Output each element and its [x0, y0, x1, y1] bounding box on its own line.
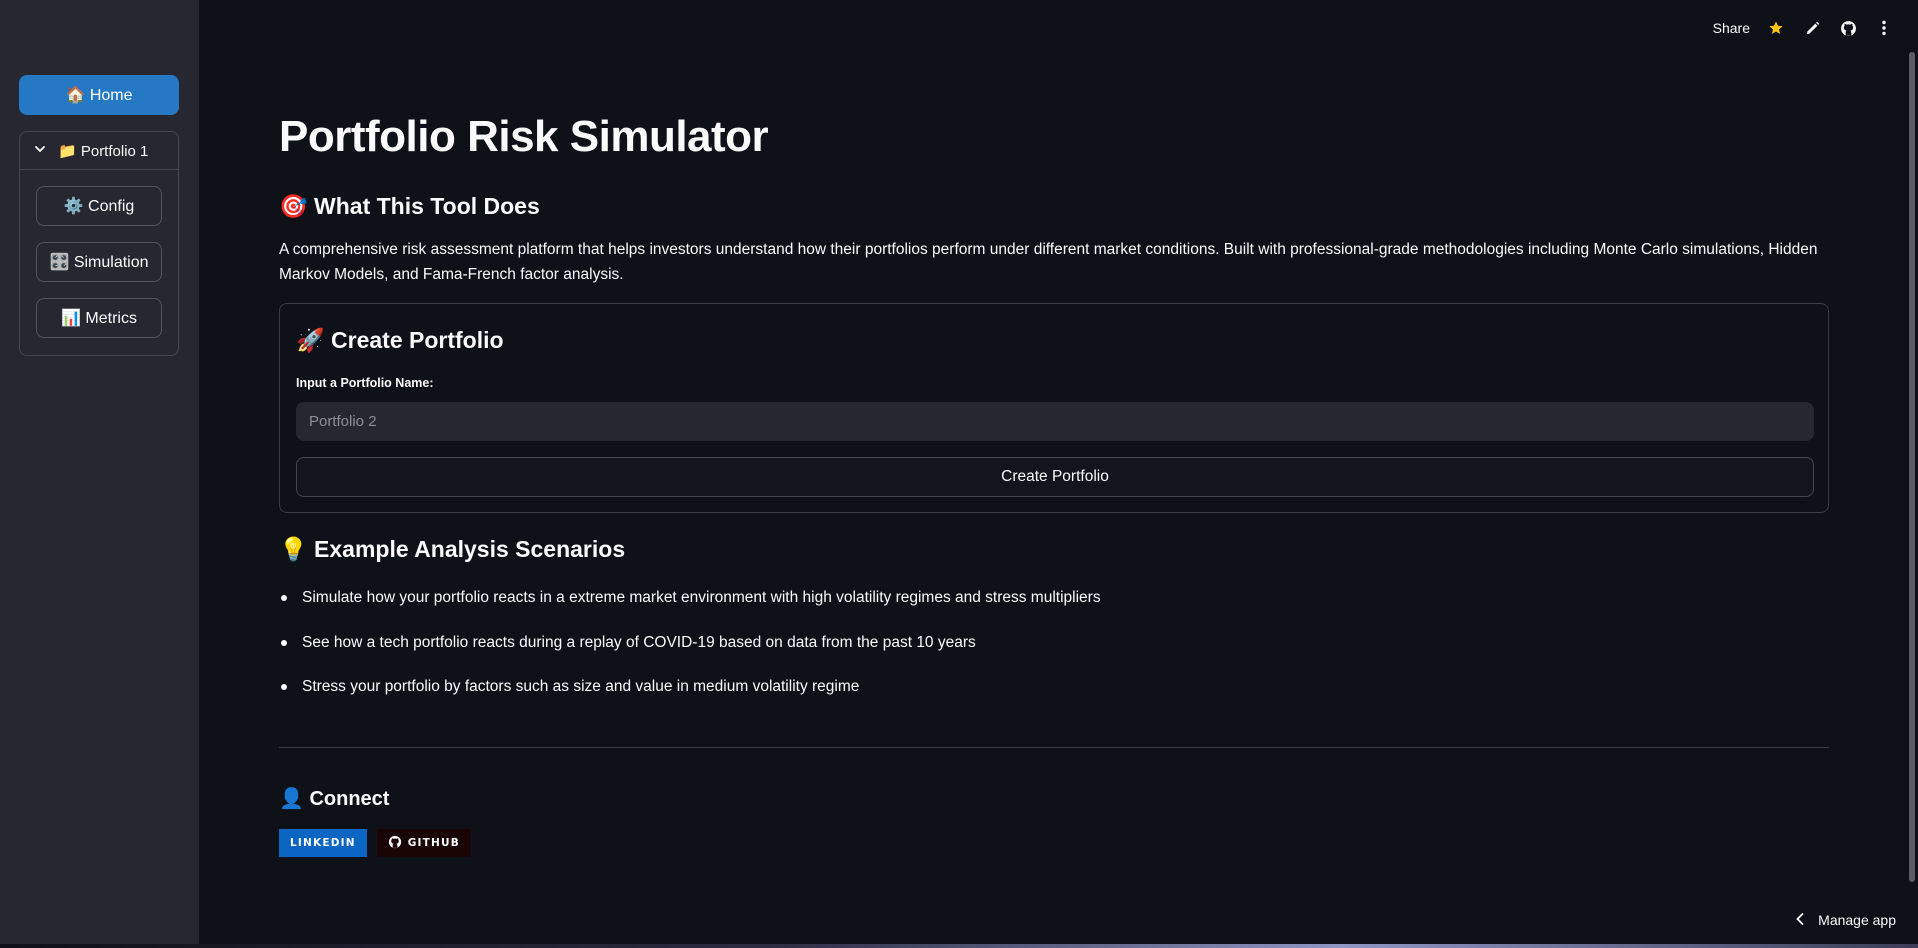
- github-badge[interactable]: GITHUB: [376, 829, 471, 857]
- manage-app-label: Manage app: [1818, 912, 1896, 928]
- create-portfolio-heading: 🚀 Create Portfolio: [296, 327, 504, 353]
- examples-heading: 💡 Example Analysis Scenarios: [279, 536, 626, 562]
- scrollbar[interactable]: [1909, 52, 1915, 882]
- portfolio-name-input[interactable]: [296, 402, 1814, 441]
- bottom-status-strip: [0, 944, 1918, 948]
- portfolio-expander-label: 📁 Portfolio 1: [58, 142, 149, 160]
- social-badges: LINKEDIN GITHUB: [279, 829, 471, 857]
- more-vertical-icon[interactable]: [1874, 18, 1894, 38]
- portfolio-expander: 📁 Portfolio 1 ⚙️ Config 🎛️ Simulation 📊 …: [19, 131, 179, 356]
- create-portfolio-card: 🚀 Create Portfolio Input a Portfolio Nam…: [279, 303, 1829, 513]
- examples-list: Simulate how your portfolio reacts in a …: [279, 586, 1829, 720]
- share-button[interactable]: Share: [1713, 20, 1750, 36]
- portfolio-expander-header[interactable]: 📁 Portfolio 1: [20, 132, 178, 170]
- metrics-button[interactable]: 📊 Metrics: [36, 298, 162, 338]
- divider: [279, 747, 1829, 748]
- portfolio-name-label: Input a Portfolio Name:: [296, 376, 434, 390]
- chevron-left-icon: [1796, 912, 1804, 928]
- pencil-icon[interactable]: [1802, 18, 1822, 38]
- github-icon: [388, 835, 402, 852]
- sidebar: 🏠 Home 📁 Portfolio 1 ⚙️ Config 🎛️ Simula…: [0, 0, 199, 944]
- what-heading: 🎯 What This Tool Does: [279, 193, 540, 219]
- config-button-label: ⚙️ Config: [63, 198, 135, 215]
- description-text: A comprehensive risk assessment platform…: [279, 241, 1818, 283]
- star-icon[interactable]: [1766, 18, 1786, 38]
- page-title: Portfolio Risk Simulator: [279, 112, 769, 161]
- metrics-button-label: 📊 Metrics: [61, 310, 137, 327]
- config-button[interactable]: ⚙️ Config: [36, 186, 162, 226]
- list-item: Simulate how your portfolio reacts in a …: [279, 586, 1829, 631]
- connect-heading: 👤 Connect: [279, 788, 390, 810]
- top-toolbar: Share: [1713, 16, 1894, 40]
- home-button[interactable]: 🏠 Home: [19, 75, 179, 115]
- simulation-button-label: 🎛️ Simulation: [49, 254, 149, 271]
- create-portfolio-button[interactable]: Create Portfolio: [296, 457, 1814, 497]
- list-item: Stress your portfolio by factors such as…: [279, 675, 1829, 720]
- github-badge-label: GITHUB: [407, 837, 460, 849]
- home-button-label: 🏠 Home: [65, 87, 133, 104]
- linkedin-badge[interactable]: LINKEDIN: [279, 829, 367, 857]
- chevron-down-icon: [34, 143, 46, 158]
- manage-app-button[interactable]: Manage app: [1796, 912, 1896, 928]
- linkedin-badge-label: LINKEDIN: [290, 837, 356, 849]
- list-item: See how a tech portfolio reacts during a…: [279, 631, 1829, 676]
- simulation-button[interactable]: 🎛️ Simulation: [36, 242, 162, 282]
- github-icon[interactable]: [1838, 18, 1858, 38]
